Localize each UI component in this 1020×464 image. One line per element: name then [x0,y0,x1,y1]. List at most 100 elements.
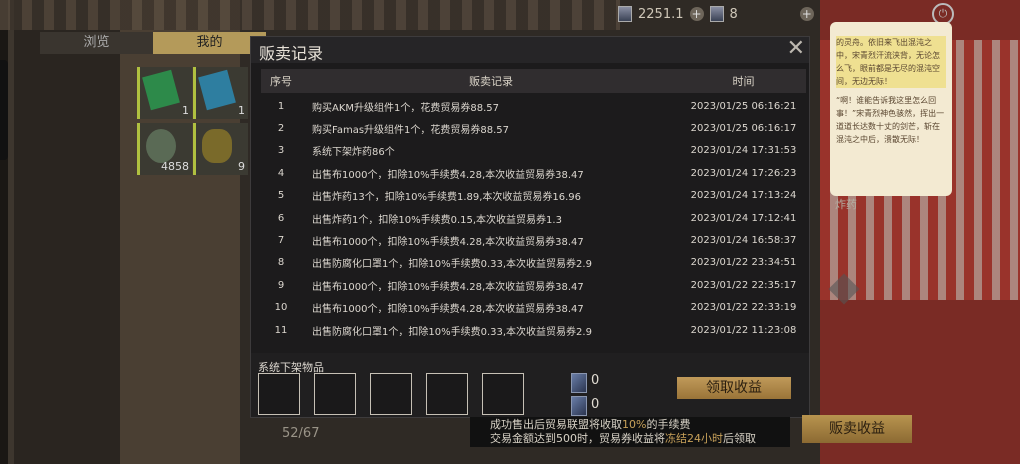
notice-highlight: 10% [622,418,647,431]
inventory-capacity: 52/67 [282,426,320,441]
record-list[interactable]: 1 购买AKM升级组件1个，花费贸易券88.57 2023/01/25 06:16:… [261,95,806,353]
table-row: 5 出售炸药13个，扣除10%手续费1.89,本次收益贸易券16.96 2023/0… [261,185,806,207]
trade-ticket-icon [571,396,587,416]
close-icon[interactable]: ✕ [787,38,805,60]
item-explosive-icon [202,129,232,163]
item-book-icon [142,69,180,111]
overlay-paragraph: “啊！谁能告诉我这里怎么回事！”宋青烈神色骇然，挥出一道道长达数十丈的剑芒，斩在… [836,96,945,144]
sales-record-dialog: 贩卖记录 ✕ 序号 贩卖记录 时间 1 购买AKM升级组件1个，花费贸易券88.5… [250,36,810,418]
delisted-items-panel: 系统下架物品 0 0 领取收益 [251,353,809,417]
ticket-amount: 8 [729,6,738,22]
trade-ticket-count: 0 [591,373,600,388]
delisted-slot[interactable] [370,373,412,415]
row-record: 出售炸药13个，扣除10%手续费1.89,本次收益贸易券16.96 [312,192,582,204]
inventory-slot[interactable]: 9 [193,123,248,175]
row-num: 4 [277,167,285,179]
row-record: 购买AKM升级组件1个，花费贸易券88.57 [312,102,500,114]
notice-text: 的手续费 [646,418,691,431]
table-row: 2 购买Famas升级组件1个，花费贸易券88.57 2023/01/25 06:1… [261,117,806,139]
row-time: 2023/01/24 17:31:53 [690,145,797,157]
row-record: 系统下架炸药86个 [312,147,395,159]
row-record: 出售防腐化口罩1个，扣除10%手续费0.33,本次收益贸易券2.9 [312,326,592,338]
item-count: 1 [238,104,245,117]
table-row: 7 出售布1000个，扣除10%手续费4.28,本次收益贸易券38.47 2023/… [261,229,806,251]
row-time: 2023/01/24 17:12:41 [690,212,797,224]
row-record: 出售布1000个，扣除10%手续费4.28,本次收益贸易券38.47 [312,237,584,249]
notice-text: 成功售出后贸易联盟将收取 [490,418,622,431]
row-num: 10 [274,302,288,314]
table-row: 6 出售炸药1个，扣除10%手续费0.15,本次收益贸易券1.3 2023/01/2… [261,207,806,229]
delisted-slot[interactable] [426,373,468,415]
reading-overlay[interactable]: 的灵舟。依旧来飞出混沌之中，宋青烈汗流浃背，无论怎么飞，眼前都是无尽的混沌空间，… [830,22,952,196]
row-time: 2023/01/22 23:34:51 [690,257,797,269]
row-num: 7 [277,235,285,247]
row-record: 购买Famas升级组件1个，花费贸易券88.57 [312,125,510,137]
add-coin-button[interactable]: + [689,7,704,21]
row-time: 2023/01/25 06:16:21 [690,100,797,112]
delisted-slot[interactable] [314,373,356,415]
trade-ticket-count: 0 [591,397,600,412]
roof-decoration [0,0,620,30]
column-num: 序号 [270,75,292,88]
row-record: 出售布1000个，扣除10%手续费4.28,本次收益贸易券38.47 [312,169,584,181]
currency-bar: 2251.1 + 8 + [618,6,814,22]
left-edge-handle[interactable] [0,60,8,160]
ticket-icon [709,6,724,22]
coin-amount: 2251.1 [638,6,684,22]
item-cloth-icon [146,129,176,163]
notice-text: 后领取 [723,432,756,445]
row-num: 3 [277,145,285,157]
row-record: 出售布1000个，扣除10%手续费4.28,本次收益贸易券38.47 [312,304,584,316]
table-row: 1 购买AKM升级组件1个，花费贸易券88.57 2023/01/25 06:16:… [261,95,806,117]
claim-income-button[interactable]: 领取收益 [677,377,791,399]
table-row: 11 出售防腐化口罩1个，扣除10%手续费0.33,本次收益贸易券2.9 2023/… [261,319,806,341]
table-header: 序号 贩卖记录 时间 [261,69,806,93]
delisted-slot[interactable] [482,373,524,415]
background-tabs: 浏览 我的 [40,32,266,54]
table-row: 3 系统下架炸药86个 2023/01/24 17:31:53 [261,140,806,162]
row-num: 1 [277,100,285,112]
table-row: 10 出售布1000个，扣除10%手续费4.28,本次收益贸易券38.47 2023… [261,297,806,319]
row-num: 11 [274,324,288,336]
row-num: 9 [277,279,285,291]
column-time: 时间 [732,75,755,88]
item-book-icon [198,69,236,111]
row-num: 8 [277,257,285,269]
table-row: 9 出售布1000个，扣除10%手续费4.28,本次收益贸易券38.47 2023/… [261,274,806,296]
dialog-title: 贩卖记录 [259,44,324,63]
row-num: 5 [277,190,285,202]
add-ticket-button[interactable]: + [799,7,814,21]
row-time: 2023/01/24 17:13:24 [690,190,797,202]
row-record: 出售炸药1个，扣除10%手续费0.15,本次收益贸易券1.3 [312,214,562,226]
item-count: 4858 [161,160,189,173]
sell-income-button[interactable]: 贩卖收益 [802,415,912,443]
row-time: 2023/01/22 22:35:17 [690,279,797,291]
side-item-label: 炸药 [835,198,857,211]
row-num: 2 [277,123,285,135]
inventory-grid: 1 1 4858 9 [137,67,248,175]
row-record: 出售布1000个，扣除10%手续费4.28,本次收益贸易券38.47 [312,281,584,293]
table-row: 8 出售防腐化口罩1个，扣除10%手续费0.33,本次收益贸易券2.9 2023/0… [261,252,806,274]
tab-browse[interactable]: 浏览 [40,32,153,54]
inventory-slot[interactable]: 1 [137,67,192,119]
row-time: 2023/01/25 06:16:17 [690,123,797,135]
fee-notice: 成功售出后贸易联盟将收取10%的手续费 交易金额达到500时，贸易券收益将冻结2… [470,417,790,447]
inventory-slot[interactable]: 1 [193,67,248,119]
row-time: 2023/01/22 22:33:19 [690,302,797,314]
delisted-slot[interactable] [258,373,300,415]
row-record: 出售防腐化口罩1个，扣除10%手续费0.33,本次收益贸易券2.9 [312,259,592,271]
item-count: 1 [182,104,189,117]
table-row: 4 出售布1000个，扣除10%手续费4.28,本次收益贸易券38.47 2023/… [261,162,806,184]
inventory-slot[interactable]: 4858 [137,123,192,175]
notice-highlight: 冻结24小时 [665,432,723,445]
dialog-header: 贩卖记录 ✕ [251,37,809,63]
overlay-paragraph: 的灵舟。依旧来飞出混沌之中，宋青烈汗流浃背，无论怎么飞，眼前都是无尽的混沌空间，… [836,36,946,88]
row-time: 2023/01/24 17:26:23 [690,167,797,179]
trade-ticket-icon [571,373,587,393]
row-time: 2023/01/24 16:58:37 [690,235,797,247]
item-count: 9 [238,160,245,173]
row-time: 2023/01/22 11:23:08 [690,324,797,336]
coin-icon [618,6,632,22]
notice-text: 交易金额达到500时，贸易券收益将 [490,432,665,445]
column-record: 贩卖记录 [469,75,513,88]
